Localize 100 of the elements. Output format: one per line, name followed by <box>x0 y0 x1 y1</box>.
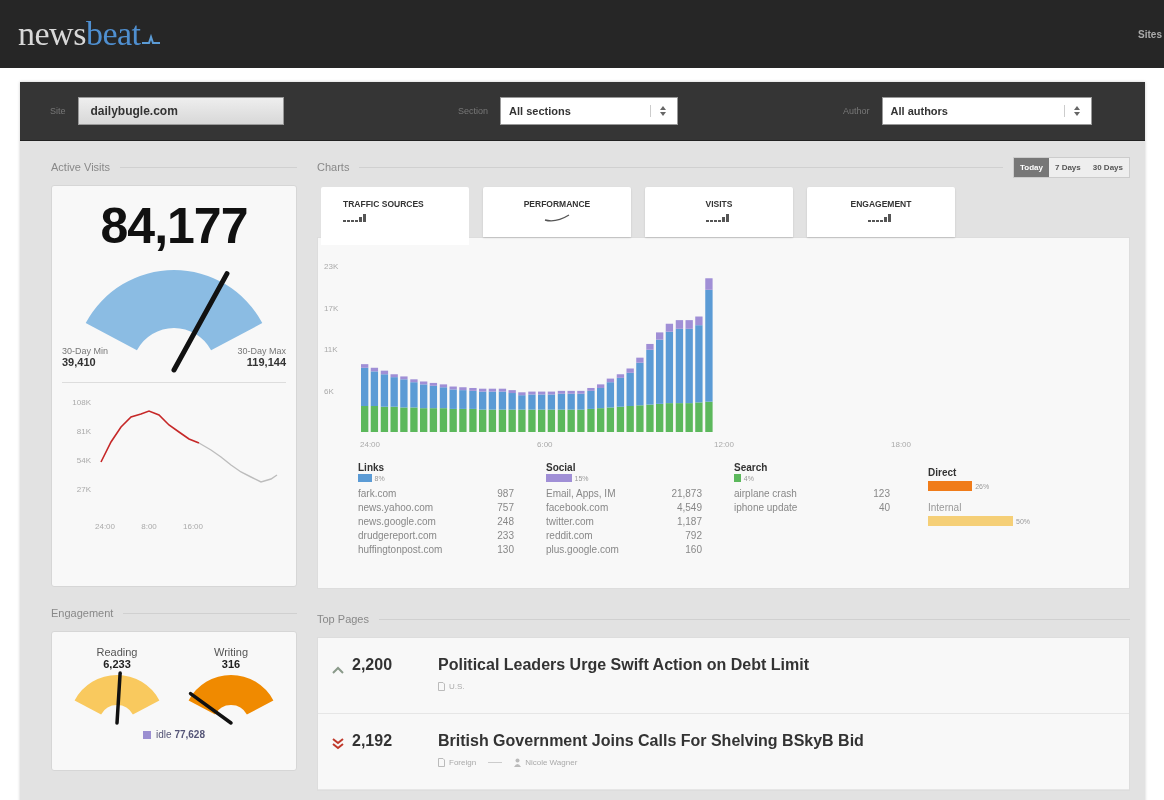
axis-label: 108K <box>72 398 91 407</box>
filter-label: Site <box>50 106 66 116</box>
chart-tab[interactable]: ENGAGEMENT <box>807 187 955 237</box>
referrer-name: drudgereport.com <box>358 530 438 541</box>
bar <box>616 406 625 432</box>
section-heading: Top Pages <box>317 613 369 625</box>
chevron-up-icon <box>332 666 344 674</box>
bar <box>439 408 448 432</box>
bar <box>380 406 389 432</box>
bar <box>429 408 438 432</box>
referrer-name: plus.google.com <box>546 544 620 555</box>
chart-tab[interactable]: VISITS <box>645 187 793 237</box>
idle-count: idle 77,628 <box>156 729 205 740</box>
referrer-count: 987 <box>497 488 514 499</box>
referrer-count: 757 <box>497 502 514 513</box>
axis-label: 27K <box>76 485 91 494</box>
axis-label: 17K <box>324 303 339 313</box>
axis-label: 23K <box>324 262 339 271</box>
referrer-name: facebook.com <box>546 502 610 513</box>
referrer-name: news.yahoo.com <box>358 502 435 513</box>
stepper-icon <box>1063 105 1081 117</box>
referrer-count: 123 <box>873 488 890 499</box>
referrer-count: 233 <box>497 530 514 541</box>
bar <box>488 409 497 432</box>
chart-tab[interactable]: PERFORMANCE <box>483 187 631 237</box>
active-visits-count: 84,177 <box>100 198 248 254</box>
referrer-name: twitter.com <box>546 516 595 527</box>
range-button[interactable]: 30 Days <box>1086 157 1129 177</box>
double-chevron-down-icon <box>332 738 344 750</box>
axis-label: 8:00 <box>141 522 157 531</box>
top-page-row[interactable]: 2,200 Political Leaders Urge Swift Action on Debt Limit U.S. <box>318 638 1129 714</box>
curve-icon <box>544 213 570 222</box>
gauge-label: Reading <box>96 646 138 658</box>
document-icon <box>438 758 445 767</box>
document-icon <box>438 682 445 691</box>
source-name: Internal <box>928 502 962 513</box>
chart-tab[interactable]: TRAFFIC SOURCES <box>321 187 469 245</box>
site-field[interactable]: dailybugle.com <box>77 97 284 125</box>
min-label: 30-Day Min <box>62 346 108 356</box>
section-heading: Charts <box>317 161 350 173</box>
axis-label: 81K <box>76 427 91 436</box>
axis-label: 6K <box>324 386 334 396</box>
page-author: Nicole Wagner <box>525 758 578 767</box>
referrer-count: 130 <box>497 544 514 555</box>
bar <box>498 409 507 432</box>
dropdown[interactable]: All sections <box>500 97 679 125</box>
bar-chart-icon <box>868 213 894 222</box>
filter-label: Author <box>843 106 870 116</box>
range-button[interactable]: Today <box>1014 157 1049 177</box>
min-value: 39,410 <box>62 356 97 368</box>
range-button[interactable]: 7 Days <box>1048 157 1087 177</box>
source-name: Search <box>734 462 769 473</box>
referrer-count: 40 <box>877 502 890 513</box>
referrer-count: 21,873 <box>671 488 702 499</box>
source-name: Links <box>358 462 386 473</box>
gauge-label: Writing <box>214 646 248 658</box>
referrer-count: 248 <box>497 516 514 527</box>
referrer-name: fark.com <box>358 488 398 499</box>
referrer-name: huffingtonpost.com <box>358 544 444 555</box>
referrer-name: reddit.com <box>546 530 594 541</box>
gauge-value: 6,233 <box>103 658 131 670</box>
top-page-row[interactable]: 2,192 British Government Joins Calls For Shelving BSkyB Bid Foreign Nicole Wagner <box>318 714 1129 790</box>
logo: newsbeat <box>18 15 161 53</box>
referrer-count: 1,187 <box>675 516 702 527</box>
referrer-name: news.google.com <box>358 516 437 527</box>
gauge-value: 316 <box>221 658 241 670</box>
bar-chart-icon <box>343 213 369 222</box>
source-name: Social <box>546 462 577 473</box>
page-title[interactable]: Political Leaders Urge Swift Action on Debt Limit <box>438 656 809 674</box>
max-label: 30-Day Max <box>237 346 286 356</box>
referrer-count: 160 <box>684 544 702 555</box>
axis-label: 24:00 <box>360 440 381 449</box>
axis-label: 18:00 <box>891 440 912 449</box>
axis-label: 16:00 <box>183 522 203 531</box>
referrer-name: iphone update <box>734 502 799 513</box>
filter-label: Section <box>458 106 489 116</box>
page-title[interactable]: British Government Joins Calls For Shelving BSkyB Bid <box>438 732 864 750</box>
referrer-count: 792 <box>684 530 702 541</box>
page-visits: 2,192 <box>352 732 394 750</box>
axis-label: 6:00 <box>537 440 553 449</box>
page-section: U.S. <box>449 682 465 691</box>
bar-chart-icon <box>706 213 732 222</box>
axis-label: 24:00 <box>95 522 115 531</box>
section-heading: Engagement <box>51 607 114 619</box>
section-heading: Active Visits <box>51 161 111 173</box>
page-section: Foreign <box>449 758 477 767</box>
sites-link[interactable]: Sites <box>1138 28 1162 40</box>
page-visits: 2,200 <box>352 656 394 674</box>
axis-label: 11K <box>324 345 338 354</box>
dropdown[interactable]: All authors <box>881 97 1092 125</box>
referrer-count: 4,549 <box>675 502 702 513</box>
person-icon <box>514 758 522 767</box>
max-value: 119,144 <box>246 356 286 368</box>
source-name: Direct <box>928 467 957 478</box>
stepper-icon <box>650 105 668 117</box>
referrer-name: Email, Apps, IM <box>546 488 617 499</box>
bar <box>606 407 615 432</box>
axis-label: 12:00 <box>714 440 735 449</box>
referrer-name: airplane crash <box>734 488 798 499</box>
axis-label: 54K <box>76 456 91 465</box>
